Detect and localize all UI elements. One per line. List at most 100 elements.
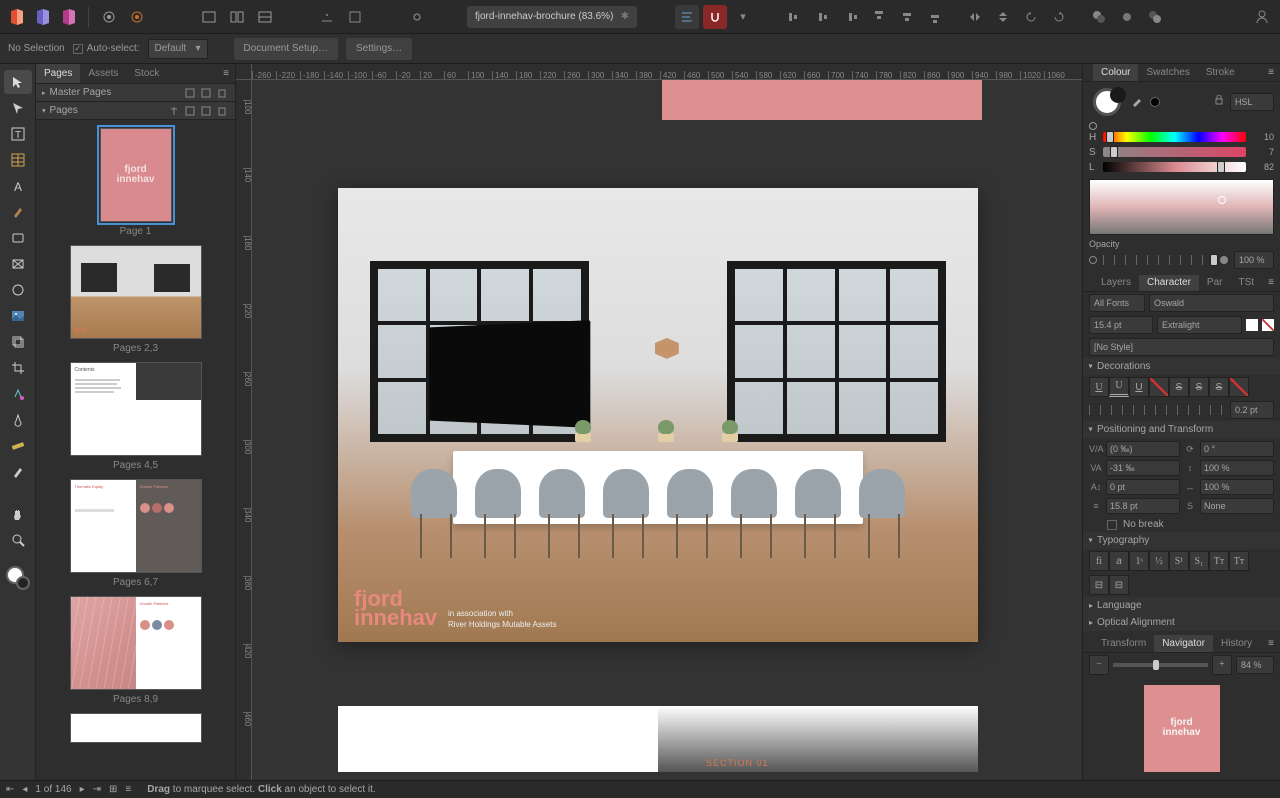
ordinal-btn[interactable]: 1ˢ <box>1129 551 1149 571</box>
page-thumb-next[interactable] <box>70 713 202 743</box>
persona-designer-icon[interactable] <box>32 6 54 28</box>
fill-tool[interactable] <box>4 382 32 406</box>
sub-btn[interactable]: S₁ <box>1189 551 1209 571</box>
arrange-backward-icon[interactable] <box>1115 5 1139 29</box>
arrange-back-icon[interactable] <box>1087 5 1111 29</box>
page-thumb-1[interactable]: fjordinnehav Page 1 <box>100 128 172 237</box>
opacity-value[interactable]: 100 % <box>1234 251 1274 269</box>
crop-tool[interactable] <box>4 356 32 380</box>
panel-menu-icon[interactable]: ≡ <box>217 68 235 79</box>
tab-colour[interactable]: Colour <box>1093 64 1138 81</box>
italic-alt-btn[interactable]: a <box>1109 551 1129 571</box>
opacity-slider[interactable] <box>1103 255 1214 265</box>
font-weight-dropdown[interactable]: Extralight <box>1157 316 1242 334</box>
ruler-origin[interactable] <box>236 64 252 80</box>
language-header[interactable]: Language <box>1083 597 1280 614</box>
document-setup-button[interactable]: Document Setup… <box>234 38 339 60</box>
colour-menu-icon[interactable]: ≡ <box>1262 67 1280 78</box>
font-color-none[interactable] <box>1262 319 1274 331</box>
light-slider[interactable] <box>1103 162 1246 172</box>
color-picker-area[interactable] <box>1089 179 1274 235</box>
zoom-in-button[interactable]: + <box>1212 655 1232 675</box>
view-mode-2-icon[interactable] <box>225 5 249 29</box>
allcaps-btn[interactable]: Tᴛ <box>1229 551 1249 571</box>
master-pages-header[interactable]: ▸Master Pages <box>36 84 235 102</box>
vscale-field[interactable]: 100 % <box>1200 479 1274 495</box>
font-family-dropdown[interactable]: Oswald <box>1149 294 1274 312</box>
tab-stock[interactable]: Stock <box>126 64 167 83</box>
optical-header[interactable]: Optical Alignment <box>1083 614 1280 631</box>
font-filter-dropdown[interactable]: All Fonts <box>1089 294 1145 312</box>
dec-value[interactable]: 0.2 pt <box>1230 401 1274 419</box>
lock-icon[interactable] <box>1214 95 1224 105</box>
add-master2-icon[interactable] <box>199 86 213 100</box>
autoselect-checkbox[interactable]: ✓ <box>73 44 83 54</box>
zoom-value[interactable]: 84 % <box>1236 656 1274 674</box>
nav-prev-icon[interactable]: ◂ <box>22 784 27 795</box>
positioning-header[interactable]: Positioning and Transform <box>1083 421 1280 438</box>
align-panel-icon[interactable] <box>675 5 699 29</box>
super-btn[interactable]: S¹ <box>1169 551 1189 571</box>
persona-publisher-icon[interactable] <box>6 6 28 28</box>
tab-character[interactable]: Character <box>1139 275 1199 292</box>
double-underline-btn[interactable]: U <box>1109 377 1129 397</box>
align-left-icon[interactable] <box>783 5 807 29</box>
leading-field[interactable]: 15.8 pt <box>1106 498 1180 514</box>
snapping-icon[interactable] <box>703 5 727 29</box>
rectangle-tool[interactable] <box>4 226 32 250</box>
none-color-icon[interactable] <box>1089 122 1097 130</box>
persona-photo-icon[interactable] <box>58 6 80 28</box>
typo-opt2[interactable]: ⊟ <box>1109 575 1129 595</box>
align-bottom-icon[interactable] <box>923 5 947 29</box>
strike2-btn[interactable]: S <box>1189 377 1209 397</box>
canvas[interactable]: -260-220-180-140-100-60-2020601001401802… <box>236 64 1082 780</box>
char-menu-icon[interactable]: ≡ <box>1262 277 1280 288</box>
delete-page-icon[interactable] <box>215 104 229 118</box>
tracking-field[interactable]: -31 ‰ <box>1106 460 1180 476</box>
view-mode-3-icon[interactable] <box>253 5 277 29</box>
spread-2-3[interactable]: fjordinnehav in association withRiver Ho… <box>338 188 978 642</box>
status-icon-2[interactable]: ≡ <box>125 784 131 795</box>
status-icon-1[interactable]: ⊞ <box>109 784 117 795</box>
snap-options-icon[interactable]: ▾ <box>731 5 755 29</box>
strike-color-btn[interactable]: S <box>1209 377 1229 397</box>
preferences-icon[interactable] <box>97 5 121 29</box>
pages-opt1-icon[interactable] <box>167 104 181 118</box>
page1-bottom-strip[interactable] <box>662 80 982 120</box>
vector-brush-tool[interactable] <box>4 460 32 484</box>
color-mode-dropdown[interactable]: HSL <box>1230 93 1274 111</box>
account-icon[interactable] <box>1250 5 1274 29</box>
link-icon[interactable] <box>405 5 429 29</box>
decorations-header[interactable]: Decorations <box>1083 358 1280 375</box>
arrange-forward-icon[interactable] <box>1143 5 1167 29</box>
flip-h-icon[interactable] <box>963 5 987 29</box>
artistic-text-tool[interactable]: A <box>4 174 32 198</box>
color-well[interactable] <box>1093 88 1121 116</box>
nav-first-icon[interactable]: ⇤ <box>6 784 14 795</box>
font-style-dropdown[interactable]: [No Style] <box>1089 338 1274 356</box>
table-tool[interactable] <box>4 148 32 172</box>
transparency-tool[interactable] <box>4 408 32 432</box>
document-tab[interactable]: fjord-innehav-brochure (83.6%) ✱ <box>467 6 637 28</box>
hand-tool[interactable] <box>4 502 32 526</box>
tab-layers[interactable]: Layers <box>1093 275 1139 292</box>
font-color-white[interactable] <box>1246 319 1258 331</box>
node-tool[interactable] <box>4 96 32 120</box>
page-thumb-89[interactable]: Growth Patterns Pages 8,9 <box>70 596 202 705</box>
font-size-field[interactable]: 15.4 pt <box>1089 316 1153 334</box>
stock-tool[interactable] <box>4 330 32 354</box>
sat-slider[interactable] <box>1103 147 1246 157</box>
settings-button[interactable]: Settings… <box>346 38 412 60</box>
baseline-icon[interactable] <box>315 5 339 29</box>
dec-slider[interactable] <box>1089 405 1226 415</box>
align-vcenter-icon[interactable] <box>895 5 919 29</box>
delete-master-icon[interactable] <box>215 86 229 100</box>
underline-none-btn[interactable] <box>1149 377 1169 397</box>
rotate-field[interactable]: 0 ° <box>1200 441 1274 457</box>
preflight-icon[interactable] <box>343 5 367 29</box>
typo-opt1[interactable]: ⊟ <box>1089 575 1109 595</box>
smallcaps-btn[interactable]: Tᴛ <box>1209 551 1229 571</box>
pen-tool[interactable] <box>4 200 32 224</box>
baseline-field[interactable]: 0 pt <box>1106 479 1180 495</box>
add-page-icon[interactable] <box>183 104 197 118</box>
